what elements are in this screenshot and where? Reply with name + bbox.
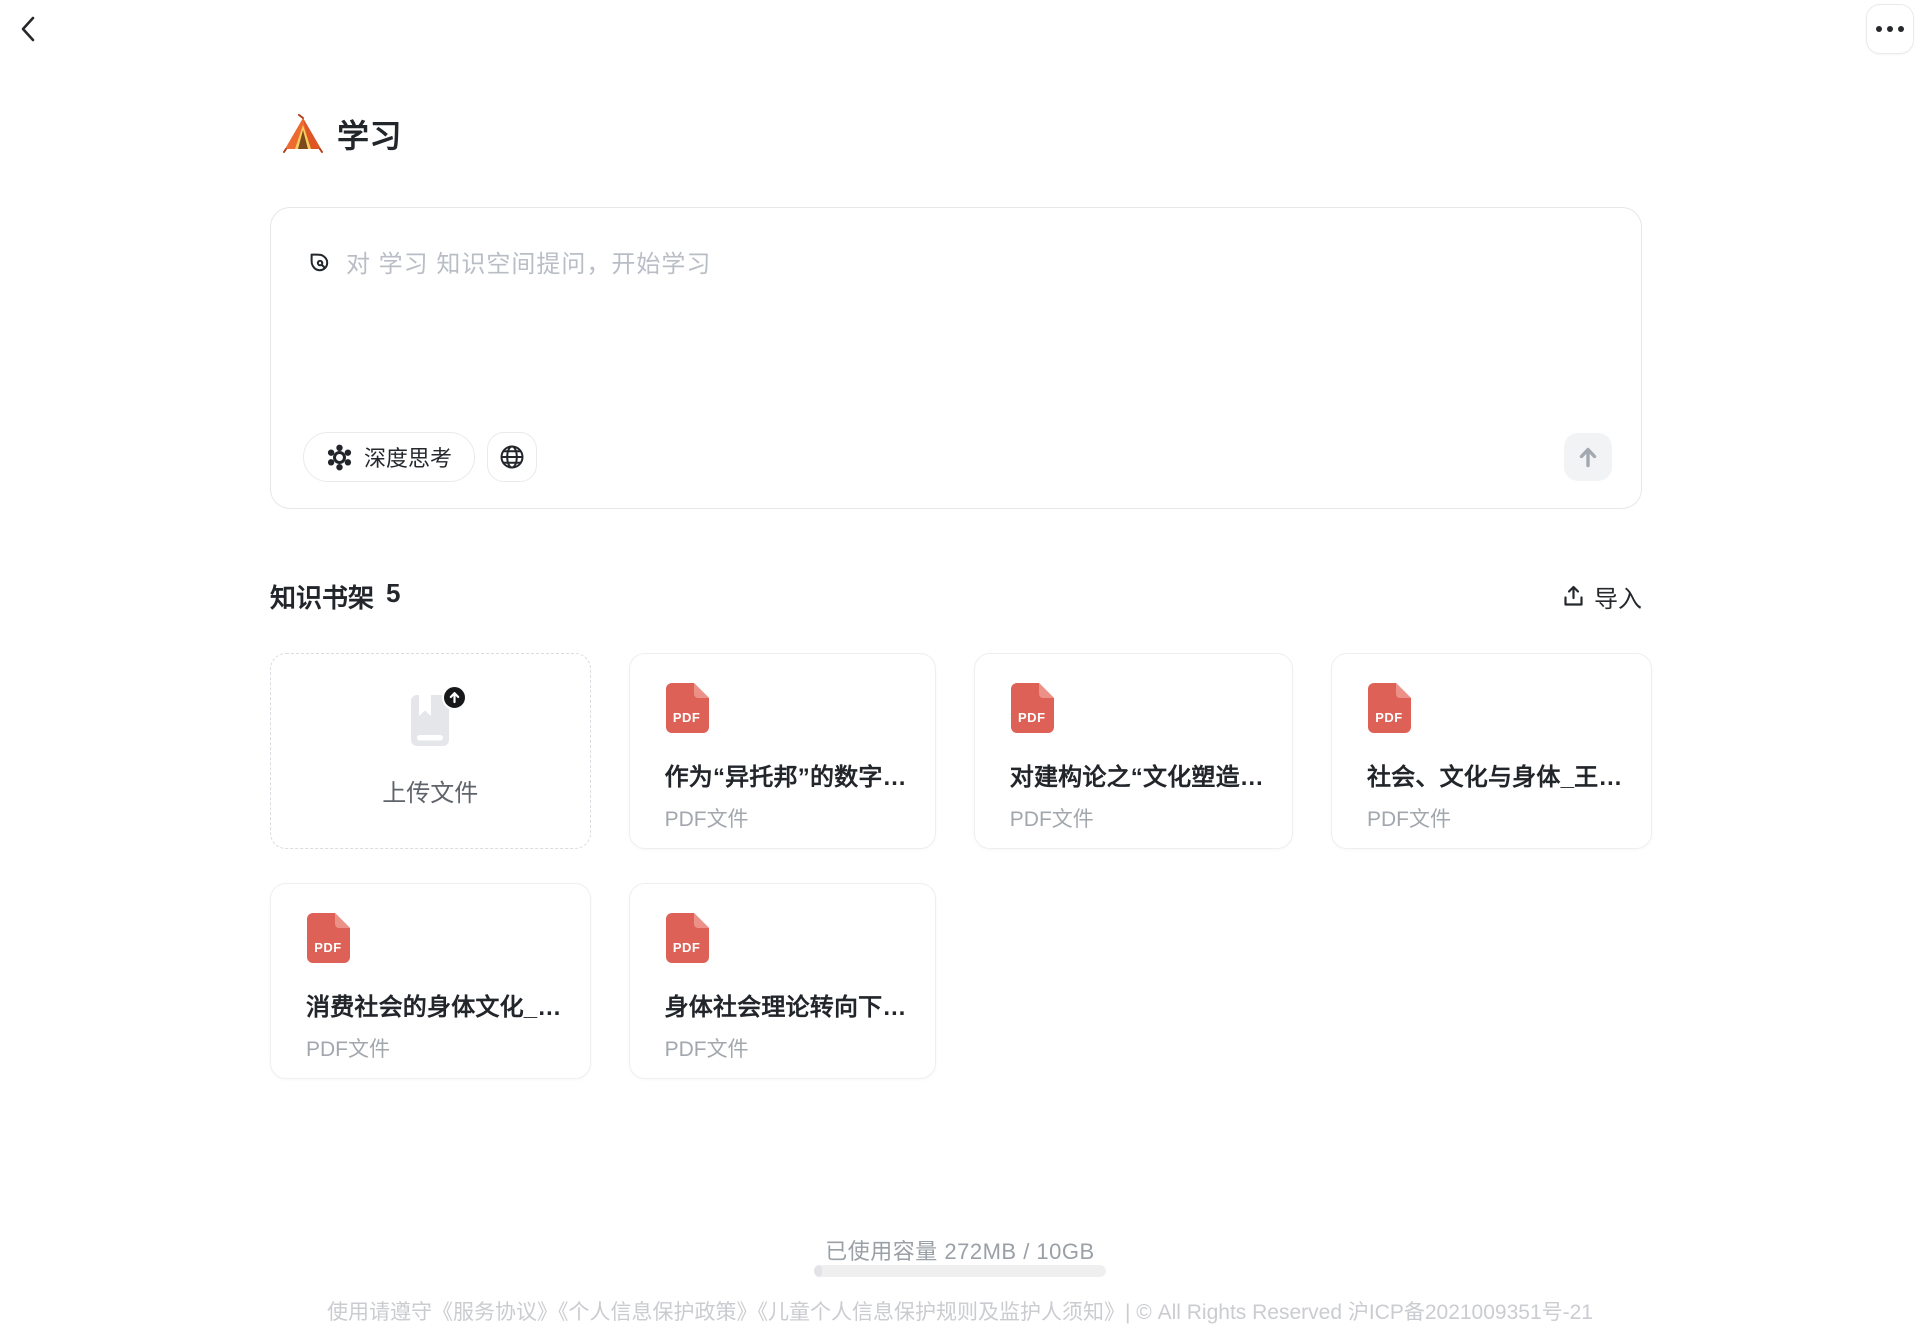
book-with-upload-badge-icon xyxy=(407,694,453,747)
upload-card-label: 上传文件 xyxy=(382,773,478,808)
document-card[interactable]: PDF 对建构论之“文化塑造… PDF文件 xyxy=(974,653,1293,849)
legal-footer-text: 使用请遵守《服务协议》《个人信息保护政策》《儿童个人信息保护规则及监护人须知》|… xyxy=(0,1296,1920,1326)
input-placeholder-row: 对 学习 知识空间提问，开始学习 xyxy=(305,244,711,279)
document-card[interactable]: PDF 消费社会的身体文化_… PDF文件 xyxy=(270,883,591,1079)
deep-think-label: 深度思考 xyxy=(364,441,452,473)
document-title: 对建构论之“文化塑造… xyxy=(1010,757,1264,792)
pdf-file-icon: PDF xyxy=(306,913,350,963)
space-title-row: 学习 xyxy=(283,110,402,158)
back-button[interactable] xyxy=(12,12,46,46)
shelf-header: 知识书架 5 导入 xyxy=(270,578,1642,615)
document-type: PDF文件 xyxy=(665,1033,907,1063)
document-card[interactable]: PDF 社会、文化与身体_王… PDF文件 xyxy=(1331,653,1652,849)
document-type: PDF文件 xyxy=(1010,803,1264,833)
chevron-left-icon xyxy=(15,14,43,44)
arrow-up-icon xyxy=(1576,445,1600,469)
shelf-count: 5 xyxy=(386,578,400,615)
deep-think-button[interactable]: 深度思考 xyxy=(303,432,475,482)
document-title: 作为“异托邦”的数字… xyxy=(665,757,907,792)
document-card[interactable]: PDF 作为“异托邦”的数字… PDF文件 xyxy=(629,653,936,849)
pen-nib-icon xyxy=(305,248,333,276)
ellipsis-icon xyxy=(1876,26,1882,32)
document-type: PDF文件 xyxy=(1367,803,1623,833)
send-button[interactable] xyxy=(1564,433,1612,481)
page-title: 学习 xyxy=(337,111,402,157)
import-button[interactable]: 导入 xyxy=(1562,579,1642,614)
document-title: 身体社会理论转向下… xyxy=(665,987,907,1022)
tent-emoji-icon xyxy=(283,114,323,154)
upload-badge-icon xyxy=(442,685,467,710)
document-title: 消费社会的身体文化_… xyxy=(306,987,562,1022)
import-label: 导入 xyxy=(1594,579,1642,614)
molecule-icon xyxy=(326,444,353,471)
document-title: 社会、文化与身体_王… xyxy=(1367,757,1623,792)
pdf-file-icon: PDF xyxy=(665,913,709,963)
storage-usage-text: 已使用容量 272MB / 10GB xyxy=(0,1234,1920,1266)
document-card[interactable]: PDF 身体社会理论转向下… PDF文件 xyxy=(629,883,936,1079)
document-type: PDF文件 xyxy=(306,1033,562,1063)
storage-progress-bar xyxy=(814,1265,1106,1277)
more-options-button[interactable] xyxy=(1866,4,1914,54)
web-search-button[interactable] xyxy=(487,432,537,482)
pdf-file-icon: PDF xyxy=(1367,683,1411,733)
knowledge-shelf-grid: 上传文件 PDF 作为“异托邦”的数字… PDF文件 PDF 对建构论之“文化塑… xyxy=(270,653,1642,1079)
question-input[interactable]: 对 学习 知识空间提问，开始学习 深度思考 xyxy=(270,207,1642,509)
document-type: PDF文件 xyxy=(665,803,907,833)
globe-icon xyxy=(499,444,525,470)
input-placeholder: 对 学习 知识空间提问，开始学习 xyxy=(346,244,711,279)
upload-file-card[interactable]: 上传文件 xyxy=(270,653,591,849)
composer-toolbar: 深度思考 xyxy=(303,432,537,482)
pdf-file-icon: PDF xyxy=(1010,683,1054,733)
shelf-title-label: 知识书架 xyxy=(270,578,374,615)
upload-icon xyxy=(1562,585,1585,608)
pdf-file-icon: PDF xyxy=(665,683,709,733)
storage-progress-fill xyxy=(814,1265,822,1277)
shelf-title: 知识书架 5 xyxy=(270,578,400,615)
